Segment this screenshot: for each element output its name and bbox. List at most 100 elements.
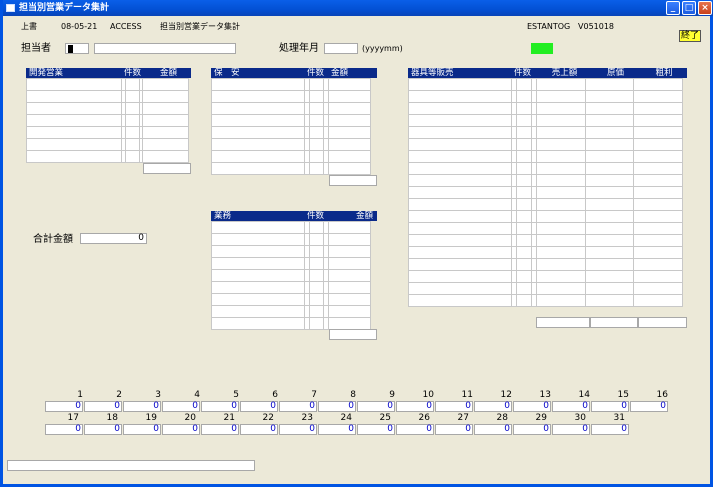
table-row[interactable] xyxy=(211,233,371,246)
table-row[interactable] xyxy=(408,294,683,307)
gyomu-table[interactable] xyxy=(211,221,371,330)
day-value-field[interactable]: 0 xyxy=(591,424,629,435)
day-value-field[interactable]: 0 xyxy=(318,401,356,412)
year-month-field[interactable] xyxy=(324,43,358,54)
day-value-field[interactable]: 0 xyxy=(162,424,200,435)
day-value-field[interactable]: 0 xyxy=(162,401,200,412)
close-button[interactable]: × xyxy=(698,1,712,15)
day-value-field[interactable]: 0 xyxy=(396,424,434,435)
day-value-field[interactable]: 0 xyxy=(435,401,473,412)
table-row[interactable] xyxy=(408,258,683,271)
table-row[interactable] xyxy=(408,186,683,199)
day-value-field[interactable]: 0 xyxy=(474,424,512,435)
table-row[interactable] xyxy=(211,293,371,306)
day-value-field[interactable]: 0 xyxy=(318,424,356,435)
kigu-table[interactable] xyxy=(408,78,683,307)
day-value-field[interactable]: 0 xyxy=(552,401,590,412)
total-value-field[interactable]: 0 xyxy=(80,233,147,244)
day-value-field[interactable]: 0 xyxy=(84,401,122,412)
table-row[interactable] xyxy=(26,90,189,103)
app-icon xyxy=(6,4,15,12)
table-row[interactable] xyxy=(408,210,683,223)
table-row[interactable] xyxy=(408,78,683,91)
day-value-field[interactable]: 0 xyxy=(240,401,278,412)
app-label: ACCESS xyxy=(110,22,142,31)
day-value-field[interactable]: 0 xyxy=(240,424,278,435)
day-value-field[interactable]: 0 xyxy=(279,424,317,435)
table-row[interactable] xyxy=(211,245,371,258)
table-row[interactable] xyxy=(408,150,683,163)
day-value-field[interactable]: 0 xyxy=(435,424,473,435)
day-label: 15 xyxy=(617,390,629,400)
gyomu-total-field[interactable] xyxy=(329,329,377,340)
kaihatsu-table[interactable] xyxy=(26,78,189,163)
table-row[interactable] xyxy=(408,126,683,139)
table-row[interactable] xyxy=(408,198,683,211)
day-value-field[interactable]: 0 xyxy=(357,424,395,435)
title-bar: 担当別営業データ集計 _ □ × xyxy=(3,0,713,16)
day-value-field[interactable]: 0 xyxy=(513,424,551,435)
table-row[interactable] xyxy=(408,174,683,187)
table-row[interactable] xyxy=(211,269,371,282)
tanto-code-field[interactable] xyxy=(65,43,89,54)
table-row[interactable] xyxy=(211,305,371,318)
day-value-field[interactable]: 0 xyxy=(201,401,239,412)
table-row[interactable] xyxy=(408,246,683,259)
table-row[interactable] xyxy=(408,162,683,175)
table-row[interactable] xyxy=(408,90,683,103)
table-row[interactable] xyxy=(211,221,371,234)
table-row[interactable] xyxy=(26,138,189,151)
table-row[interactable] xyxy=(408,270,683,283)
day-value-field[interactable]: 0 xyxy=(552,424,590,435)
kigu-total-cost-field[interactable] xyxy=(590,317,638,328)
table-row[interactable] xyxy=(26,78,189,91)
day-value-field[interactable]: 0 xyxy=(513,401,551,412)
table-row[interactable] xyxy=(26,114,189,127)
day-value-field[interactable]: 0 xyxy=(84,424,122,435)
day-value-field[interactable]: 0 xyxy=(279,401,317,412)
table-row[interactable] xyxy=(211,150,371,163)
gyomu-header-count: 件数 xyxy=(304,211,328,221)
table-row[interactable] xyxy=(211,138,371,151)
hoan-table[interactable] xyxy=(211,78,371,175)
table-row[interactable] xyxy=(26,102,189,115)
table-row[interactable] xyxy=(408,114,683,127)
table-row[interactable] xyxy=(211,114,371,127)
table-row[interactable] xyxy=(408,282,683,295)
table-row[interactable] xyxy=(26,126,189,139)
tanto-name-field[interactable] xyxy=(94,43,236,54)
day-value-field[interactable]: 0 xyxy=(45,424,83,435)
table-row[interactable] xyxy=(408,138,683,151)
day-value-field[interactable]: 0 xyxy=(396,401,434,412)
table-row[interactable] xyxy=(211,78,371,91)
tanto-label: 担当者 xyxy=(21,43,51,54)
table-row[interactable] xyxy=(211,126,371,139)
day-value-field[interactable]: 0 xyxy=(123,401,161,412)
table-row[interactable] xyxy=(408,222,683,235)
table-row[interactable] xyxy=(211,162,371,175)
day-value-field[interactable]: 0 xyxy=(474,401,512,412)
table-row[interactable] xyxy=(211,102,371,115)
day-value-field[interactable]: 0 xyxy=(201,424,239,435)
status-indicator xyxy=(531,43,553,54)
hoan-total-field[interactable] xyxy=(329,175,377,186)
table-row[interactable] xyxy=(26,150,189,163)
table-row[interactable] xyxy=(211,281,371,294)
table-row[interactable] xyxy=(211,90,371,103)
table-row[interactable] xyxy=(211,317,371,330)
minimize-button[interactable]: _ xyxy=(666,1,680,15)
day-value-field[interactable]: 0 xyxy=(357,401,395,412)
day-value-field[interactable]: 0 xyxy=(591,401,629,412)
day-value-field[interactable]: 0 xyxy=(630,401,668,412)
day-label: 14 xyxy=(578,390,590,400)
kigu-total-sales-field[interactable] xyxy=(536,317,590,328)
table-row[interactable] xyxy=(211,257,371,270)
kaihatsu-total-field[interactable] xyxy=(143,163,191,174)
table-row[interactable] xyxy=(408,234,683,247)
table-row[interactable] xyxy=(408,102,683,115)
day-value-field[interactable]: 0 xyxy=(45,401,83,412)
kigu-total-profit-field[interactable] xyxy=(638,317,687,328)
maximize-button[interactable]: □ xyxy=(682,1,696,15)
end-button[interactable]: 終了 xyxy=(679,30,701,42)
day-value-field[interactable]: 0 xyxy=(123,424,161,435)
